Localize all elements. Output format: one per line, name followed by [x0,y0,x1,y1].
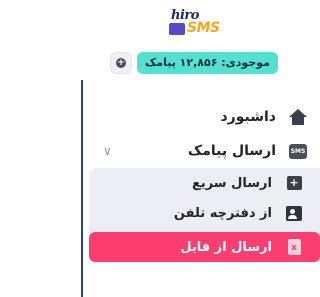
sidebar-nav: داشبورد SMS ارسال پیامک ∨ + ارسال سریع ا… [83,100,320,262]
send-sms-submenu: + ارسال سریع از دفترچه تلفن x ارسال از ف… [89,168,320,262]
contacts-icon [284,203,304,223]
sidebar-item-label: ارسال پیامک [187,143,276,159]
sidebar-item-dashboard[interactable]: داشبورد [83,100,320,134]
sms-icon: SMS [288,141,308,161]
submenu-item-send-from-file[interactable]: x ارسال از فایل [89,232,320,262]
sidebar-item-send-sms[interactable]: SMS ارسال پیامک ∨ [83,134,320,168]
submenu-item-phonebook[interactable]: از دفترچه تلفن [89,198,320,228]
chevron-down-icon[interactable]: ∨ [103,144,112,158]
sidebar: hiro SMS + موجودی: ۱۲,۸۵۶ پیامک داشبورد … [81,0,320,297]
balance-row: + موجودی: ۱۲,۸۵۶ پیامک [111,52,278,74]
submenu-item-label: ارسال سریع [191,175,272,191]
chat-plus-icon: + [284,173,304,193]
submenu-item-quick-send[interactable]: + ارسال سریع [89,168,320,198]
brand-logo[interactable]: hiro SMS [163,8,221,44]
plus-circle-icon: + [116,58,126,68]
balance-badge: موجودی: ۱۲,۸۵۶ پیامک [137,52,278,74]
submenu-item-label: ارسال از فایل [180,239,272,255]
submenu-item-label: از دفترچه تلفن [173,205,272,221]
logo-mark-icon [169,23,185,35]
excel-file-icon: x [284,237,304,257]
sidebar-item-label: داشبورد [220,109,277,125]
home-icon [288,107,308,127]
logo-text-bottom: SMS [187,20,220,36]
add-credit-button[interactable]: + [111,53,131,73]
